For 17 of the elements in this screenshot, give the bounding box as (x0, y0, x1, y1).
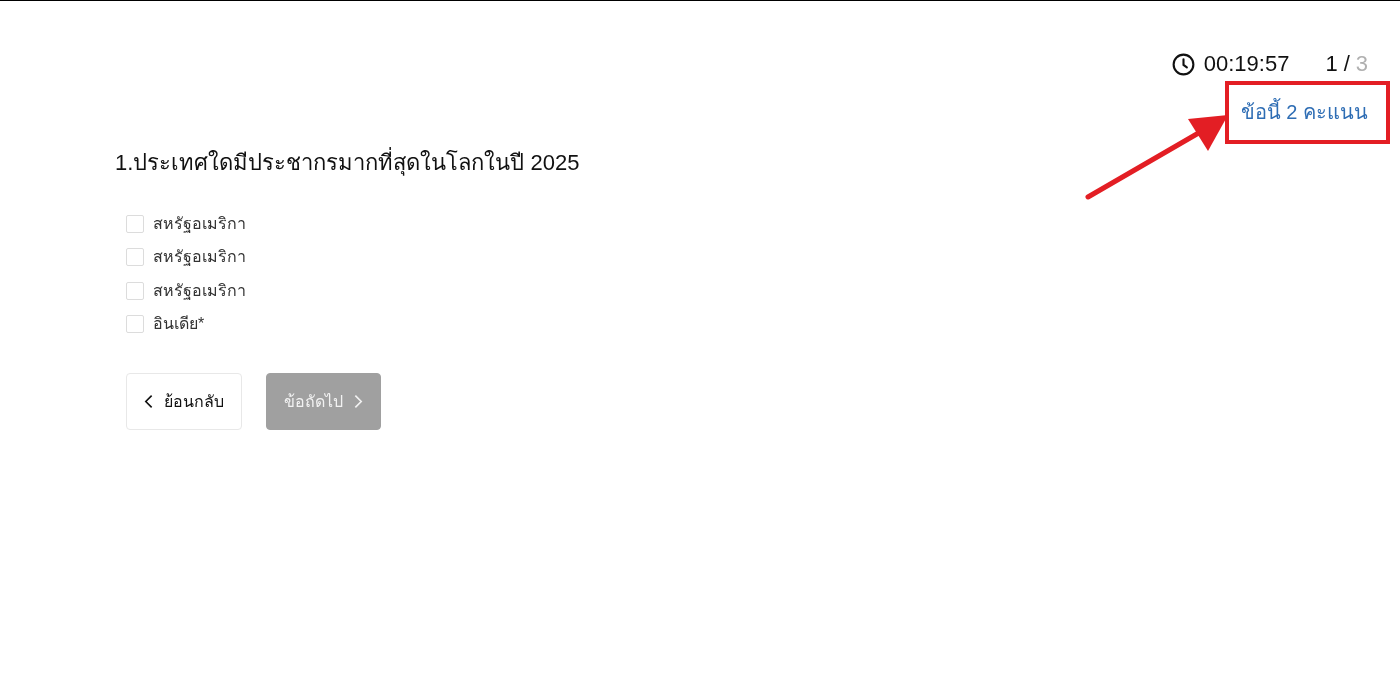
clock-icon (1171, 52, 1195, 76)
checkbox[interactable] (126, 248, 144, 267)
timer-text: 00:19:57 (1203, 50, 1290, 78)
option-label[interactable]: สหรัฐอเมริกา (153, 212, 246, 235)
checkbox[interactable] (126, 214, 144, 233)
option-label[interactable]: อินเดีย* (153, 313, 205, 336)
progress-separator: / (1343, 50, 1350, 78)
chevron-left-icon (144, 394, 153, 409)
chevron-right-icon (354, 394, 363, 409)
checkbox[interactable] (126, 315, 144, 334)
back-button[interactable]: ย้อนกลับ (126, 373, 242, 430)
current-question-number: 1 (1325, 50, 1338, 78)
question-text: 1.ประเทศใดมีประชากรมากที่สุดในโลกในปี 2025 (115, 147, 580, 179)
option-label[interactable]: สหรัฐอเมริกา (153, 279, 246, 302)
total-questions: 3 (1355, 50, 1368, 78)
option-label[interactable]: สหรัฐอเมริกา (153, 246, 246, 269)
checkbox[interactable] (126, 281, 144, 300)
